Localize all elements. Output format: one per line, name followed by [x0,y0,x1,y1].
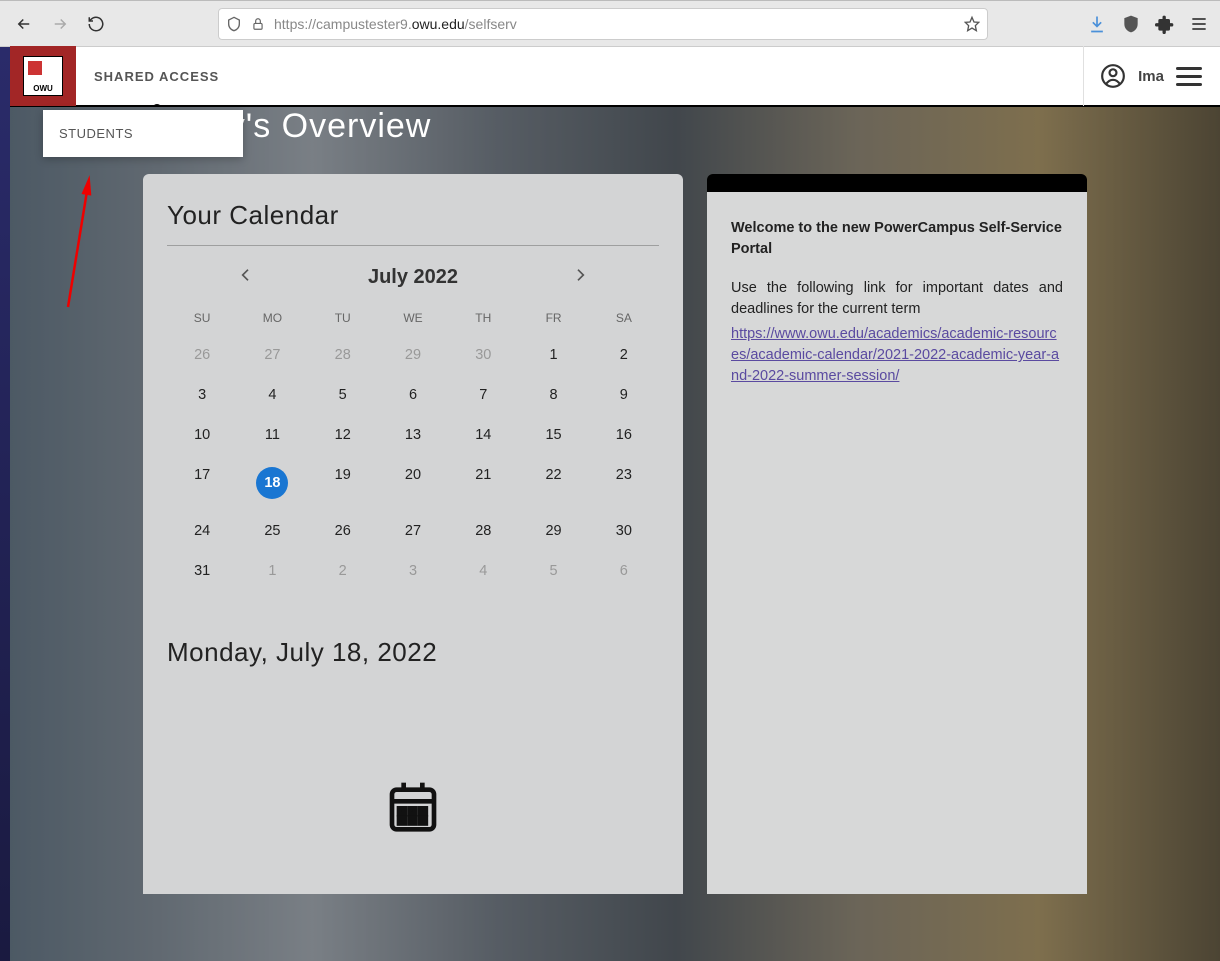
calendar-day[interactable]: 8 [518,375,588,415]
calendar-dow-header: FR [518,303,588,335]
announcements-card: Welcome to the new PowerCampus Self-Serv… [707,174,1087,894]
user-area: Ima [1083,46,1220,106]
url-path: /selfserv [465,16,517,32]
next-month-button[interactable] [568,266,592,289]
welcome-heading: Welcome to the new PowerCampus Self-Serv… [731,218,1063,260]
shared-access-dropdown: STUDENTS [43,110,243,157]
calendar-day[interactable]: 11 [237,415,307,455]
calendar-day[interactable]: 7 [448,375,518,415]
calendar-day[interactable]: 4 [237,375,307,415]
calendar-day[interactable]: 2 [589,335,659,375]
calendar-card: Your Calendar July 2022 SUMOTUWETHFRSA26… [143,174,683,894]
calendar-dow-header: SA [589,303,659,335]
calendar-day[interactable]: 5 [518,551,588,591]
browser-right-icons [1086,13,1210,35]
calendar-day[interactable]: 22 [518,455,588,511]
calendar-day[interactable]: 20 [378,455,448,511]
calendar-day[interactable]: 27 [237,335,307,375]
calendar-day[interactable]: 1 [518,335,588,375]
calendar-day[interactable]: 28 [308,335,378,375]
calendar-grid: SUMOTUWETHFRSA26272829301234567891011121… [167,303,659,591]
calendar-dow-header: WE [378,303,448,335]
owu-logo-inner: OWU [23,56,63,96]
calendar-day[interactable]: 31 [167,551,237,591]
selected-date-label: Monday, July 18, 2022 [167,637,659,668]
empty-calendar-icon [167,778,659,839]
calendar-day[interactable]: 3 [167,375,237,415]
calendar-heading: Your Calendar [167,200,659,231]
url-bar[interactable]: https://campustester9.owu.edu/selfserv [218,8,988,40]
calendar-month-nav: July 2022 [167,266,659,289]
calendar-dow-header: TH [448,303,518,335]
calendar-day[interactable]: 23 [589,455,659,511]
calendar-day[interactable]: 19 [308,455,378,511]
app-menu-icon[interactable] [1188,13,1210,35]
main-menu-button[interactable] [1176,67,1202,86]
calendar-day[interactable]: 29 [518,511,588,551]
calendar-day[interactable]: 26 [308,511,378,551]
calendar-dow-header: SU [167,303,237,335]
download-icon[interactable] [1086,13,1108,35]
calendar-day[interactable]: 13 [378,415,448,455]
calendar-day[interactable]: 10 [167,415,237,455]
calendar-dow-header: TU [308,303,378,335]
calendar-day[interactable]: 29 [378,335,448,375]
back-button[interactable] [10,10,38,38]
url-prefix: https://campustester9. [274,16,412,32]
annotation-arrow [60,177,100,322]
prev-month-button[interactable] [234,266,258,289]
calendar-day[interactable]: 9 [589,375,659,415]
calendar-deadlines-link[interactable]: https://www.owu.edu/academics/academic-r… [731,326,1059,384]
announcement-text: Use the following link for important dat… [731,278,1063,320]
browser-toolbar: https://campustester9.owu.edu/selfserv [0,0,1220,47]
url-text: https://campustester9.owu.edu/selfserv [274,16,956,32]
hero-section: Today's Overview Your Calendar July 2022… [10,107,1220,961]
bookmark-star-icon[interactable] [964,16,980,32]
calendar-day[interactable]: 28 [448,511,518,551]
calendar-day[interactable]: 1 [237,551,307,591]
calendar-day[interactable]: 14 [448,415,518,455]
reload-button[interactable] [82,10,110,38]
calendar-day[interactable]: 30 [589,511,659,551]
calendar-day[interactable]: 21 [448,455,518,511]
page-title: Today's Overview [150,107,1220,146]
calendar-day[interactable]: 12 [308,415,378,455]
calendar-day[interactable]: 6 [589,551,659,591]
calendar-day[interactable]: 2 [308,551,378,591]
dropdown-item-students[interactable]: STUDENTS [43,110,243,157]
nav-shared-access-label: SHARED ACCESS [94,69,219,84]
calendar-day[interactable]: 25 [237,511,307,551]
calendar-month-label: July 2022 [368,266,458,289]
calendar-day[interactable]: 17 [167,455,237,511]
forward-button[interactable] [46,10,74,38]
shield-icon [226,16,242,32]
user-avatar-icon[interactable] [1100,63,1126,89]
lock-icon [250,16,266,32]
url-host: owu.edu [412,16,465,32]
left-accent-strip [0,47,10,961]
ublock-shield-icon[interactable] [1120,13,1142,35]
user-name[interactable]: Ima [1138,68,1164,85]
app-header: OWU SHARED ACCESS Ima [10,47,1220,107]
divider [167,245,659,246]
calendar-day[interactable]: 3 [378,551,448,591]
calendar-day[interactable]: 24 [167,511,237,551]
calendar-day[interactable]: 26 [167,335,237,375]
calendar-day[interactable]: 6 [378,375,448,415]
calendar-day[interactable]: 15 [518,415,588,455]
calendar-day[interactable]: 18 [237,455,307,511]
logo-text: OWU [33,84,53,93]
extension-puzzle-icon[interactable] [1154,13,1176,35]
nav-shared-access[interactable]: SHARED ACCESS [76,46,237,106]
owu-logo[interactable]: OWU [10,46,76,106]
calendar-day[interactable]: 27 [378,511,448,551]
calendar-day[interactable]: 4 [448,551,518,591]
calendar-day[interactable]: 5 [308,375,378,415]
calendar-day[interactable]: 30 [448,335,518,375]
calendar-dow-header: MO [237,303,307,335]
calendar-day[interactable]: 16 [589,415,659,455]
